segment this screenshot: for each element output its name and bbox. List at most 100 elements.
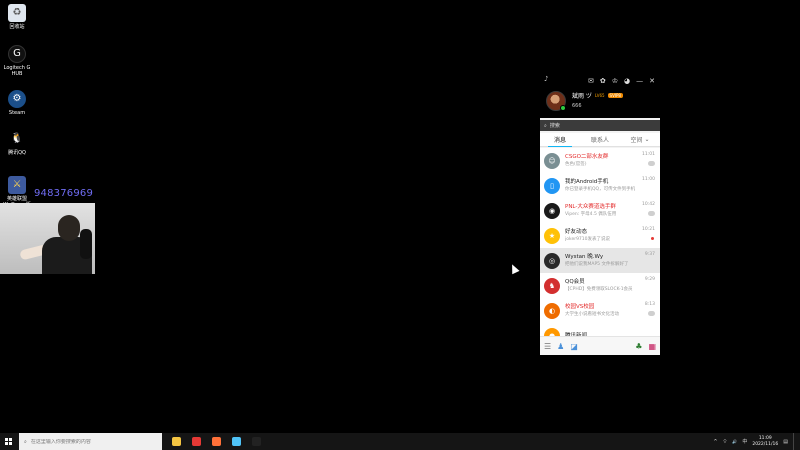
- conversation-row[interactable]: ☺ CSGO二部水友群 色色(官签) 11:01: [540, 148, 660, 173]
- qq-taskbar-icon[interactable]: [246, 433, 266, 450]
- tab-contacts[interactable]: 联系人: [580, 133, 620, 146]
- conversation-preview: Vipen: 字母4.5 偶队伍用: [565, 212, 617, 217]
- tab-label: 联系人: [590, 137, 609, 144]
- mute-badge-icon: [648, 211, 655, 216]
- conversation-preview: 大学生小说看短书文化活动: [565, 312, 619, 317]
- app-glyph: [251, 437, 261, 446]
- conversation-avatar-icon: ★: [544, 227, 560, 244]
- start-button[interactable]: [0, 433, 16, 450]
- file-explorer-icon[interactable]: [166, 433, 186, 450]
- taskbar-apps: [166, 433, 266, 450]
- level-badge[interactable]: LV65: [595, 93, 605, 98]
- ime-icon[interactable]: 中: [742, 438, 747, 445]
- tab-label: 空间: [630, 137, 643, 144]
- conversation-preview: 【CPHD】免费领取SLOCK-1会员: [565, 287, 633, 292]
- avatar-glyph: ◉: [548, 206, 556, 215]
- search-icon: ⌕: [544, 122, 547, 129]
- filmora-icon[interactable]: [186, 433, 206, 450]
- conversation-name: 我的Android手机: [565, 179, 609, 185]
- qq-bottom-bar: ☰ ♟ ◪ ♣ ▦: [540, 336, 660, 355]
- game-icon[interactable]: ✿: [600, 77, 606, 85]
- conversation-row[interactable]: ♞ QQ会员 【CPHD】免费领取SLOCK-1会员 9:29: [540, 273, 660, 298]
- gift-icon[interactable]: ♣: [635, 342, 642, 351]
- wifi-icon[interactable]: ⌔: [723, 439, 728, 445]
- conversation-avatar-icon: ♞: [544, 277, 560, 294]
- desktop-icon-recycle-bin[interactable]: ♻ 回收站: [0, 4, 34, 30]
- qq-main-window[interactable]: ♪ ✉ ✿ ♔ ◕ — ✕ 斌雨 ヅ LV65 SVIP8 666 ⌕ 搜索 消…: [540, 72, 660, 355]
- qq-tabs: 消息 联系人 空间 ⌄: [540, 133, 660, 147]
- conversation-time: 8:13: [644, 302, 655, 307]
- minimize-button[interactable]: —: [636, 77, 643, 85]
- tab-space[interactable]: 空间 ⌄: [620, 133, 660, 146]
- conversation-row[interactable]: ● 腾讯新闻: [540, 323, 660, 336]
- app-manager-icon[interactable]: ◪: [570, 342, 578, 351]
- desktop-icon-qq[interactable]: 🐧 腾讯QQ: [0, 130, 34, 156]
- conversation-name: CSGO二部水友群: [565, 154, 609, 160]
- windows-logo-icon: [4, 438, 12, 445]
- clock-date: 2022/11/16: [752, 441, 779, 447]
- desktop-icon-label: 回收站: [9, 24, 25, 30]
- recycle-bin-icon: ♻: [8, 4, 26, 22]
- logitech-icon: G: [8, 45, 26, 63]
- clock[interactable]: 11:09 2022/11/16: [752, 436, 778, 448]
- mute-badge-icon: [648, 311, 655, 316]
- desktop: ♻ 回收站 G Logitech G HUB ⚙ Steam 🐧 腾讯QQ ⚔ …: [0, 0, 800, 433]
- conversation-row[interactable]: ◐ 校园VS校园 大学生小说看短书文化活动 8:13: [540, 298, 660, 323]
- desktop-icon-label: Logitech G HUB: [3, 65, 31, 77]
- chevron-up-icon[interactable]: ^: [713, 439, 717, 445]
- desktop-icon-steam[interactable]: ⚙ Steam: [0, 90, 34, 116]
- steam-icon: ⚙: [8, 90, 26, 108]
- profile-nickname-row: 斌雨 ヅ LV65 SVIP8: [572, 91, 623, 100]
- close-button[interactable]: ✕: [649, 77, 655, 85]
- taskbar: ⌕ ^ ⌔ 🔊 中 11:09 2022/11/16 ▤: [0, 433, 800, 450]
- system-tray: ^ ⌔ 🔊 中 11:09 2022/11/16 ▤: [713, 433, 800, 450]
- nickname[interactable]: 斌雨 ヅ: [572, 91, 592, 100]
- conversation-row[interactable]: ◉ PNL-大众赛道选手群 Vipen: 字母4.5 偶队伍用 10:42: [540, 198, 660, 223]
- vip-badge[interactable]: SVIP8: [607, 93, 623, 98]
- app-glyph: [191, 437, 201, 446]
- webcam-overlay: [0, 203, 95, 274]
- desktop-icon-logitech[interactable]: G Logitech G HUB: [0, 45, 34, 77]
- menu-icon[interactable]: ☰: [544, 342, 551, 351]
- conversation-time: 11:01: [642, 152, 655, 157]
- conversation-avatar-icon: ●: [544, 327, 560, 336]
- conversation-row[interactable]: ★ 好友动态 joker9710发表了说说 10:21: [540, 223, 660, 248]
- contacts-icon[interactable]: ♟: [557, 342, 564, 351]
- show-desktop-button[interactable]: [793, 433, 796, 450]
- apps-grid-icon[interactable]: ▦: [648, 342, 656, 351]
- bell-icon[interactable]: ♪: [544, 75, 548, 83]
- conversation-time: 10:21: [642, 227, 655, 232]
- conversation-name: 好友动态: [565, 229, 588, 235]
- microphone-icon: [80, 229, 92, 259]
- firefox-icon[interactable]: [206, 433, 226, 450]
- conversation-row[interactable]: ◎ Wystan 晚.Wy 把他们说我MAP5 文件拆解好了 9:37: [540, 248, 660, 273]
- mail-icon[interactable]: ✉: [588, 77, 594, 85]
- avatar-glyph: ★: [548, 231, 556, 240]
- conversation-time: 9:37: [644, 252, 655, 257]
- chevron-down-icon: ⌄: [644, 136, 650, 143]
- taskbar-search[interactable]: ⌕: [19, 433, 162, 450]
- taskbar-search-input[interactable]: [30, 438, 151, 445]
- avatar[interactable]: [546, 91, 566, 111]
- search-placeholder: 搜索: [549, 123, 560, 129]
- conversation-avatar-icon: ◎: [544, 252, 560, 269]
- avatar-glyph: ▯: [550, 181, 554, 190]
- qq-search-bar[interactable]: ⌕ 搜索: [540, 120, 660, 131]
- mute-badge-icon: [648, 161, 655, 166]
- mouse-cursor-icon: [508, 262, 520, 275]
- signature[interactable]: 666: [572, 103, 582, 109]
- shirt-icon[interactable]: ♔: [612, 77, 618, 85]
- tab-label: 消息: [553, 137, 566, 144]
- online-status-icon: [560, 105, 566, 111]
- conversation-name: QQ会员: [565, 279, 585, 285]
- conversation-row[interactable]: ▯ 我的Android手机 你已登录手机QQ，可传文件到手机 11:00: [540, 173, 660, 198]
- volume-icon[interactable]: 🔊: [732, 439, 737, 444]
- conversation-list[interactable]: ☺ CSGO二部水友群 色色(官签) 11:01 ▯ 我的Android手机 你已登录手机Q…: [540, 148, 660, 336]
- tab-messages[interactable]: 消息: [540, 133, 580, 147]
- notification-icon[interactable]: ▤: [783, 439, 788, 445]
- qq-space-icon[interactable]: ◕: [624, 77, 630, 85]
- conversation-preview: joker9710发表了说说: [565, 237, 611, 242]
- media-player-icon[interactable]: [226, 433, 246, 450]
- avatar-glyph: ♞: [548, 281, 556, 290]
- conversation-avatar-icon: ◐: [544, 302, 560, 319]
